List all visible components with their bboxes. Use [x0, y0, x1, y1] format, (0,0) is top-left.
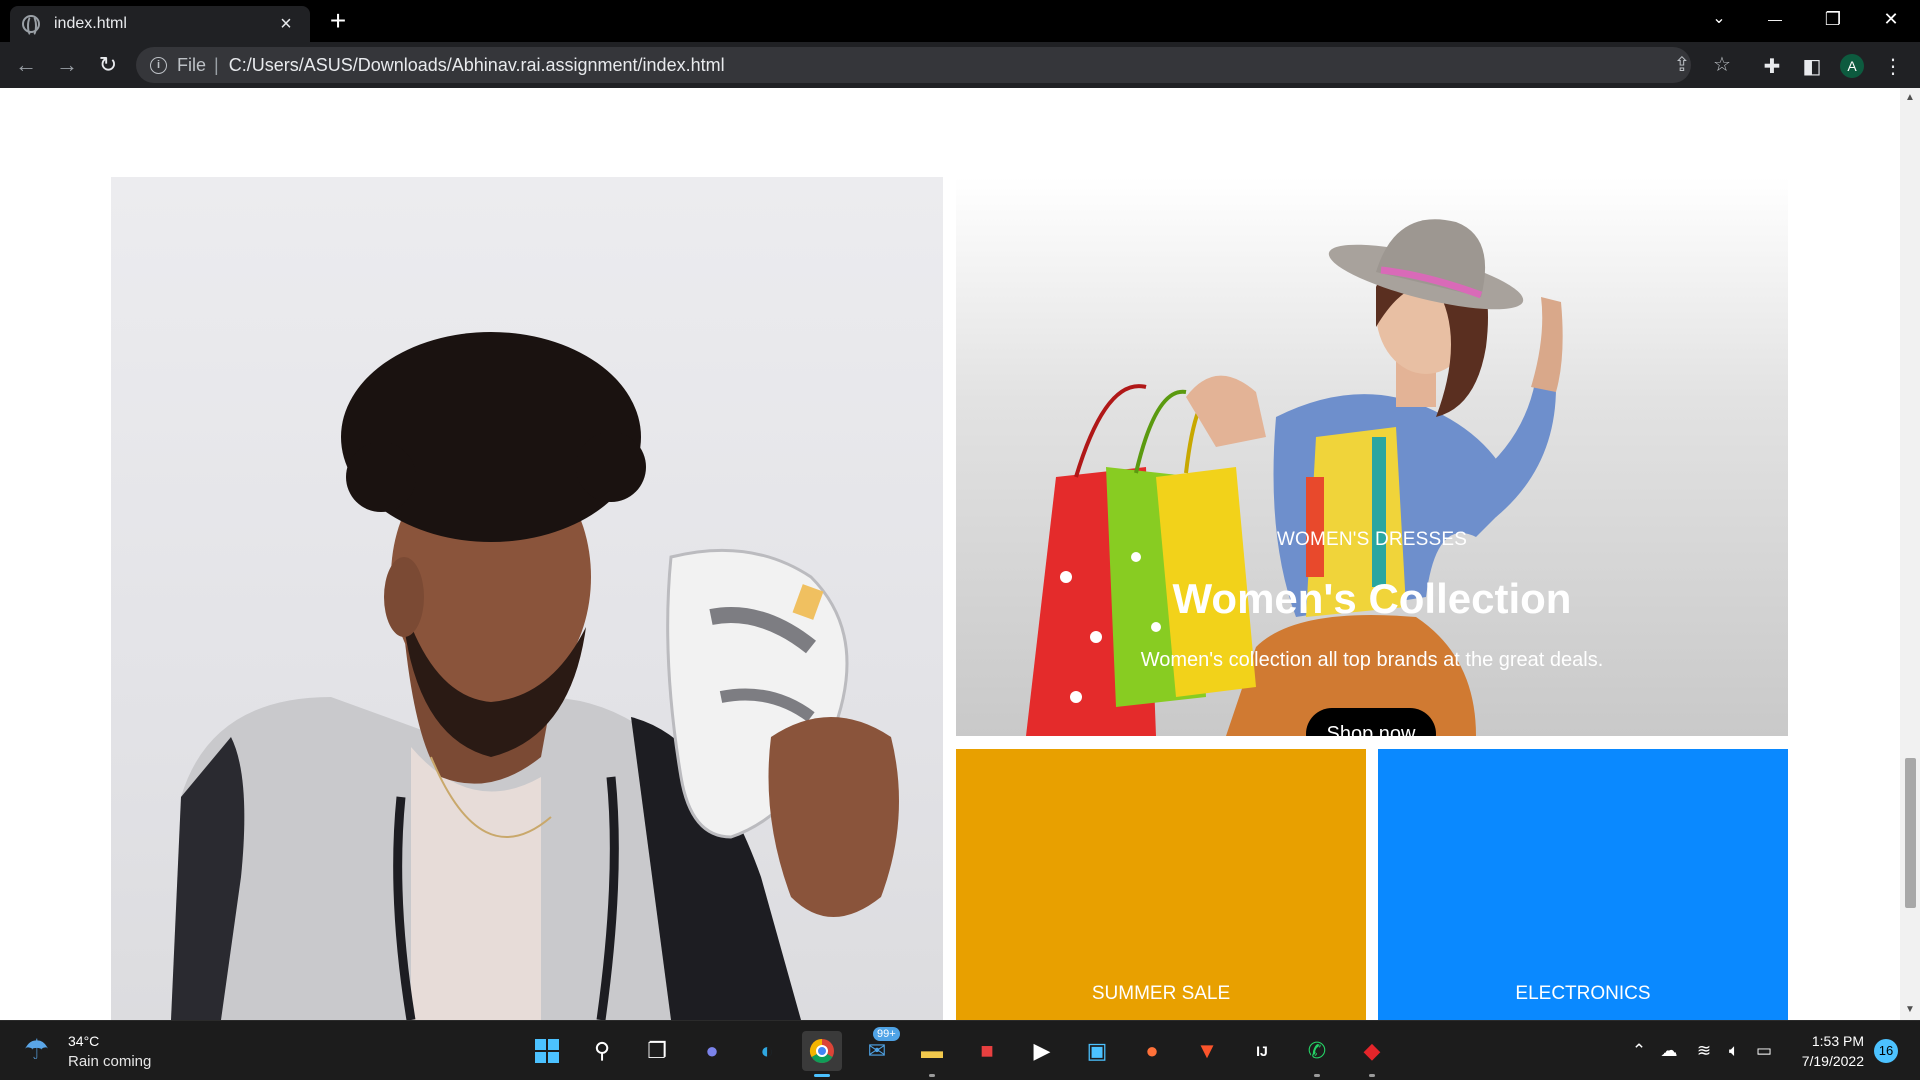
task-view-icon: ❐ [647, 1038, 667, 1063]
site-info-icon[interactable]: i [150, 56, 167, 74]
page-scrollbar[interactable]: ▲ ▼ [1900, 88, 1920, 1020]
back-button[interactable]: ← [10, 50, 42, 82]
chat-camera-icon: ● [705, 1038, 719, 1063]
address-url[interactable]: C:/Users/ASUS/Downloads/Abhinav.rai.assi… [229, 55, 725, 76]
mens-hero-image[interactable] [111, 177, 943, 1020]
intellij-icon: IJ [1256, 1043, 1268, 1059]
chrome-icon [802, 1031, 842, 1071]
scroll-down-arrow-icon[interactable]: ▼ [1900, 1002, 1920, 1018]
system-clock[interactable]: 1:53 PM 7/19/2022 [1784, 1033, 1864, 1073]
media-player-button[interactable]: ▶ [1022, 1031, 1062, 1071]
edge-icon: ◐ [760, 1038, 774, 1063]
start-button[interactable] [527, 1031, 567, 1071]
close-window-button[interactable]: ✕ [1862, 0, 1920, 38]
tab-title: index.html [54, 15, 127, 32]
wifi-icon[interactable]: ≋ [1692, 1039, 1716, 1063]
clock-date: 7/19/2022 [1801, 1053, 1864, 1069]
man-with-sneaker-illustration [171, 332, 899, 1020]
firefox-button[interactable]: ● [1132, 1031, 1172, 1071]
clock-time: 1:53 PM [1811, 1033, 1864, 1049]
globe-icon [22, 15, 40, 37]
active-indicator [814, 1074, 830, 1077]
menu-kebab-icon[interactable]: ⋮ [1880, 54, 1906, 80]
search-button[interactable]: ⚲ [582, 1031, 622, 1071]
intellij-button[interactable]: IJ [1242, 1031, 1282, 1071]
reload-button[interactable]: ↻ [92, 50, 124, 82]
onedrive-cloud-icon[interactable]: ☁ [1657, 1039, 1681, 1063]
restore-button[interactable]: ❐ [1804, 0, 1862, 38]
running-indicator [1314, 1074, 1320, 1077]
womens-subtitle: WOMEN'S DRESSES [1276, 529, 1468, 550]
womens-title: Women's Collection [1172, 575, 1572, 622]
firefox-icon: ● [1145, 1038, 1159, 1063]
address-bar[interactable]: i File | C:/Users/ASUS/Downloads/Abhinav… [136, 47, 1731, 83]
profile-avatar[interactable]: A [1840, 54, 1864, 78]
running-indicator [929, 1074, 935, 1077]
weather-status: Rain coming [68, 1053, 152, 1070]
windows-logo-icon [535, 1039, 559, 1063]
windows-taskbar: ☂ 34°C Rain coming ⚲ ❐ ● ◐ ✉ 99+ ▬ ■ ▶ ▣… [0, 1020, 1920, 1080]
shop-now-button[interactable]: Shop now [1306, 708, 1436, 736]
browser-tab-bar: index.html × + ⌄ — ❐ ✕ [0, 0, 1920, 42]
tray-chevron-up-icon[interactable]: ⌃ [1627, 1039, 1651, 1063]
gift-icon: ■ [980, 1038, 994, 1063]
weather-widget[interactable]: ☂ 34°C Rain coming [24, 1033, 151, 1070]
womens-description: Women's collection all top brands at the… [1140, 649, 1604, 671]
scheme-label: File [177, 54, 207, 75]
file-explorer-button[interactable]: ▬ [912, 1031, 952, 1077]
gift-app-button[interactable]: ■ [967, 1031, 1007, 1071]
summer-sale-tile[interactable]: SUMMER SALE [956, 749, 1366, 1020]
search-icon: ⚲ [593, 1038, 611, 1063]
mail-button[interactable]: ✉ 99+ [857, 1027, 900, 1071]
side-panel-icon[interactable]: ◧ [1799, 54, 1825, 80]
running-indicator [1369, 1074, 1375, 1077]
summer-sale-label: SUMMER SALE [1091, 983, 1231, 1004]
acrobat-pdf-icon: ◆ [1363, 1038, 1381, 1063]
share-icon[interactable]: ⇪ [1668, 51, 1696, 79]
brave-lion-icon: ▼ [1196, 1038, 1218, 1063]
task-view-button[interactable]: ❐ [637, 1031, 677, 1071]
tab-search-button[interactable]: ⌄ [1690, 0, 1748, 38]
extensions-puzzle-icon[interactable]: ✚ [1759, 54, 1785, 80]
forward-button[interactable]: → [51, 50, 83, 82]
acrobat-button[interactable]: ◆ [1352, 1031, 1392, 1077]
volume-icon[interactable]: 🔈︎ [1722, 1039, 1746, 1063]
bookmark-star-icon[interactable]: ☆ [1708, 51, 1736, 79]
mail-badge: 99+ [873, 1027, 900, 1041]
minimize-button[interactable]: — [1746, 0, 1804, 38]
edge-button[interactable]: ◐ [747, 1031, 787, 1071]
page-viewport: WOMEN'S DRESSES Women's Collection Women… [0, 88, 1900, 1020]
browser-toolbar: ← → ↻ i File | C:/Users/ASUS/Downloads/A… [0, 42, 1920, 88]
battery-icon[interactable]: ▭ [1752, 1039, 1776, 1063]
scroll-up-arrow-icon[interactable]: ▲ [1900, 90, 1920, 106]
weather-temperature: 34°C [68, 1033, 100, 1049]
tab-index-html[interactable]: index.html × [10, 6, 310, 42]
address-separator: | [214, 54, 219, 75]
electronics-label: ELECTRONICS [1515, 983, 1651, 1004]
new-tab-button[interactable]: + [322, 6, 354, 38]
folder-icon: ▬ [921, 1038, 943, 1063]
umbrella-rain-icon: ☂ [24, 1034, 50, 1065]
womens-collection-banner: WOMEN'S DRESSES Women's Collection Women… [956, 177, 1788, 736]
electronics-tile[interactable]: ELECTRONICS [1378, 749, 1788, 1020]
whatsapp-icon: ✆ [1307, 1038, 1327, 1063]
teams-chat-button[interactable]: ● [692, 1031, 732, 1071]
play-icon: ▶ [1033, 1038, 1051, 1063]
chrome-button[interactable] [802, 1031, 842, 1077]
notification-count-badge[interactable]: 16 [1874, 1039, 1898, 1063]
scrollbar-thumb[interactable] [1905, 758, 1916, 908]
brave-button[interactable]: ▼ [1187, 1031, 1227, 1071]
store-icon: ▣ [1086, 1038, 1108, 1063]
store-button[interactable]: ▣ [1077, 1031, 1117, 1071]
whatsapp-button[interactable]: ✆ [1297, 1031, 1337, 1077]
tab-close-button[interactable]: × [274, 13, 298, 36]
